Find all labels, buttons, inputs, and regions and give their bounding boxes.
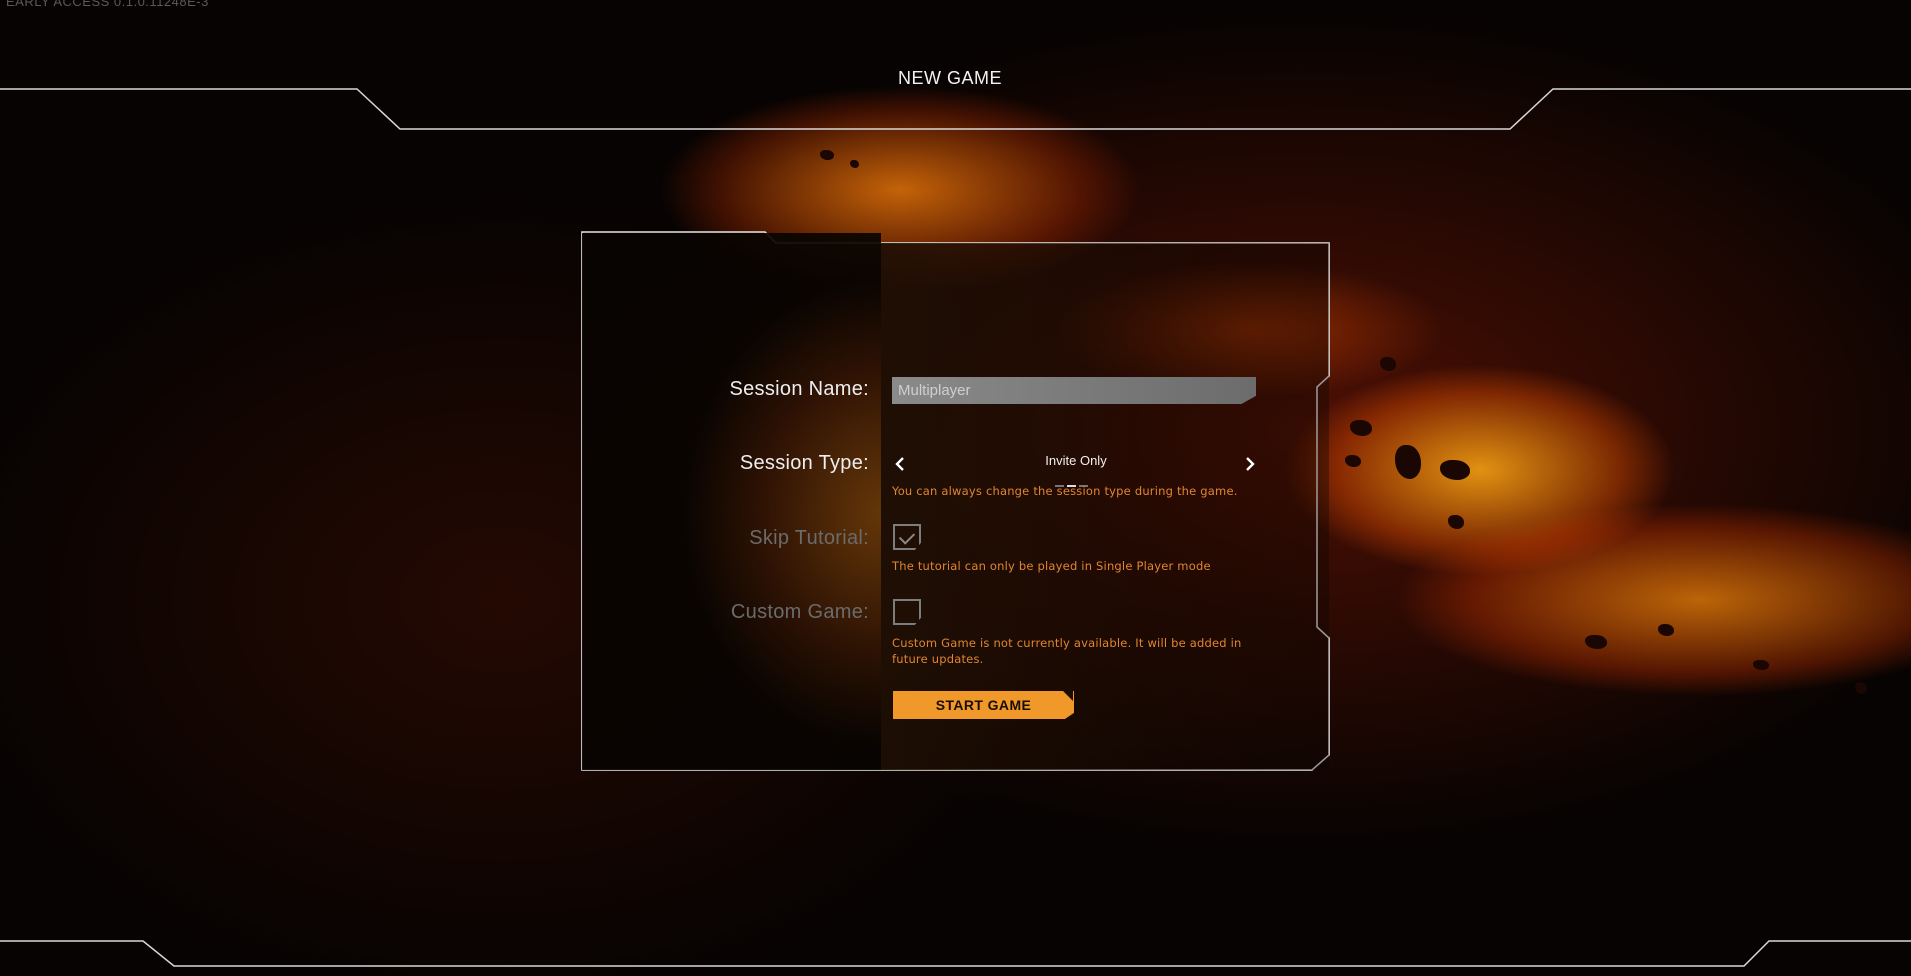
skip-tutorial-checkbox[interactable] [893, 524, 921, 550]
version-label: EARLY ACCESS 0.1.0.11248E-3 [6, 0, 209, 9]
skip-tutorial-label: Skip Tutorial: [749, 527, 869, 549]
skip-tutorial-hint: The tutorial can only be played in Singl… [892, 559, 1211, 573]
form-controls-panel [881, 243, 1329, 770]
form-labels-panel [582, 233, 881, 770]
chevron-right-icon [1246, 457, 1255, 471]
session-type-prev-button[interactable] [894, 455, 906, 478]
session-type-value: Invite Only [1045, 453, 1107, 468]
custom-game-checkbox[interactable] [893, 599, 921, 625]
session-name-input[interactable]: Multiplayer [892, 377, 1256, 404]
session-type-next-button[interactable] [1244, 455, 1256, 478]
session-type-hint: You can always change the session type d… [892, 484, 1238, 498]
custom-game-hint-line1: Custom Game is not currently available. … [892, 636, 1242, 650]
checkmark-icon [898, 528, 916, 545]
session-type-label: Session Type: [739, 452, 869, 474]
button-corner-notch [1063, 691, 1073, 701]
start-game-button[interactable]: START GAME [893, 691, 1074, 719]
chevron-left-icon [895, 457, 904, 471]
custom-game-hint-line2: future updates. [892, 652, 984, 666]
page-title: NEW GAME [897, 68, 1002, 88]
custom-game-label: Custom Game: [730, 601, 869, 623]
session-name-label: Session Name: [729, 378, 869, 400]
